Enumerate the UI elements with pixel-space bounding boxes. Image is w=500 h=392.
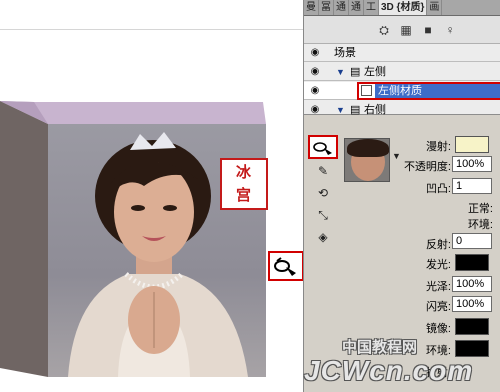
tree-label: 左侧 xyxy=(364,66,386,78)
tab-5[interactable]: 工 xyxy=(364,0,379,15)
eye-icon[interactable]: ◉ xyxy=(306,44,324,62)
ambient-color-swatch[interactable] xyxy=(455,340,489,357)
label-shine: 闪亮: xyxy=(425,301,451,313)
material-select-tool[interactable]: ✎ xyxy=(312,161,334,181)
diffuse-color-swatch[interactable] xyxy=(455,136,489,153)
tab-3d-material[interactable]: 3D {材质} xyxy=(379,0,428,15)
label-normal: 正常: xyxy=(467,203,493,215)
expand-triangle-icon[interactable]: ▼ xyxy=(336,63,345,81)
material-icon xyxy=(361,85,372,96)
filter-scene-icon[interactable]: ⛭ xyxy=(376,22,392,38)
scene-tree: ◉ 场景 ◉ ▼ ▤ 左侧 ◉ 左侧材质 ◉ ▼ ▤ 右侧 xyxy=(304,44,500,119)
chevron-down-icon[interactable]: ▼ xyxy=(392,151,401,161)
material-tools: ✎ ⟲ ⤡ ◈ xyxy=(304,116,340,392)
tree-label: 场景 xyxy=(334,47,356,59)
bump-field[interactable]: 1 xyxy=(452,178,492,194)
material-preview-thumbnail[interactable] xyxy=(344,138,390,182)
shine-field[interactable]: 100% xyxy=(452,296,492,312)
tab-2[interactable]: 冨 xyxy=(319,0,334,15)
eye-icon[interactable]: ◉ xyxy=(306,63,324,81)
opacity-field[interactable]: 100% xyxy=(452,156,492,172)
scale-texture-tool[interactable]: ⤡ xyxy=(312,205,334,225)
tab-1[interactable]: 曼 xyxy=(304,0,319,15)
illumination-color-swatch[interactable] xyxy=(455,254,489,271)
reflection-field[interactable]: 0 xyxy=(452,233,492,249)
label-diffuse: 漫射: xyxy=(425,141,451,153)
material-preset-tool[interactable]: ◈ xyxy=(312,227,334,247)
label-opacity: 不透明度: xyxy=(403,161,451,173)
material-properties: ✎ ⟲ ⤡ ◈ ▼ 漫射: 不透明度: 100% 凹凸: 1 正常: 环境: 反… xyxy=(304,116,500,392)
label-environment: 环境: xyxy=(467,219,493,231)
label-refraction: 折射: xyxy=(425,367,451,379)
label-bump: 凹凸: xyxy=(425,183,451,195)
thumbnail-hair xyxy=(347,139,389,157)
3d-material-panel: 曼冨通通工 3D {材质} 画 ⛭ ▦ ■ ♀ ◉ 场景 ◉ ▼ ▤ 左侧 ◉ 左侧… xyxy=(303,0,500,392)
material-bucket-icon xyxy=(313,142,332,155)
filter-toolbar: ⛭ ▦ ■ ♀ xyxy=(304,16,500,44)
filter-light-icon[interactable]: ♀ xyxy=(442,22,458,38)
seal-stamp: 冰 宫 xyxy=(220,158,268,210)
label-illumination: 发光: xyxy=(425,259,451,271)
label-specular: 镜像: xyxy=(425,323,451,335)
mesh-icon: ▤ xyxy=(350,66,361,78)
seal-char: 宫 xyxy=(235,186,252,204)
tree-row-scene[interactable]: ◉ 场景 xyxy=(304,44,500,62)
rotate-texture-tool[interactable]: ⟲ xyxy=(312,183,334,203)
gloss-field[interactable]: 100% xyxy=(452,276,492,292)
tree-row-left-side[interactable]: ◉ ▼ ▤ 左侧 xyxy=(304,63,500,81)
material-bucket-icon xyxy=(274,257,296,276)
eye-icon[interactable]: ◉ xyxy=(306,82,324,100)
label-reflection: 反射: xyxy=(425,239,451,251)
filter-material-icon[interactable]: ■ xyxy=(420,22,436,38)
seal-char: 冰 xyxy=(235,163,252,181)
canvas-area[interactable]: 冰 宫 xyxy=(0,0,303,392)
tab-4[interactable]: 通 xyxy=(349,0,364,15)
tab-3[interactable]: 通 xyxy=(334,0,349,15)
tree-label: 左侧材质 xyxy=(375,84,500,98)
panel-tabs: 曼冨通通工 3D {材质} 画 xyxy=(304,0,500,16)
label-ambient: 环境: xyxy=(425,345,451,357)
label-gloss: 光泽: xyxy=(425,281,451,293)
tab-7[interactable]: 画 xyxy=(427,0,443,15)
cube-left-face xyxy=(0,101,48,377)
filter-mesh-icon[interactable]: ▦ xyxy=(398,22,414,38)
material-drop-tool[interactable] xyxy=(308,135,338,159)
specular-color-swatch[interactable] xyxy=(455,318,489,335)
selected-material-highlight: 左侧材质 xyxy=(357,82,500,100)
tree-row-left-material[interactable]: ◉ 左侧材质 xyxy=(304,82,500,100)
material-drop-tool-highlight[interactable] xyxy=(268,251,303,281)
